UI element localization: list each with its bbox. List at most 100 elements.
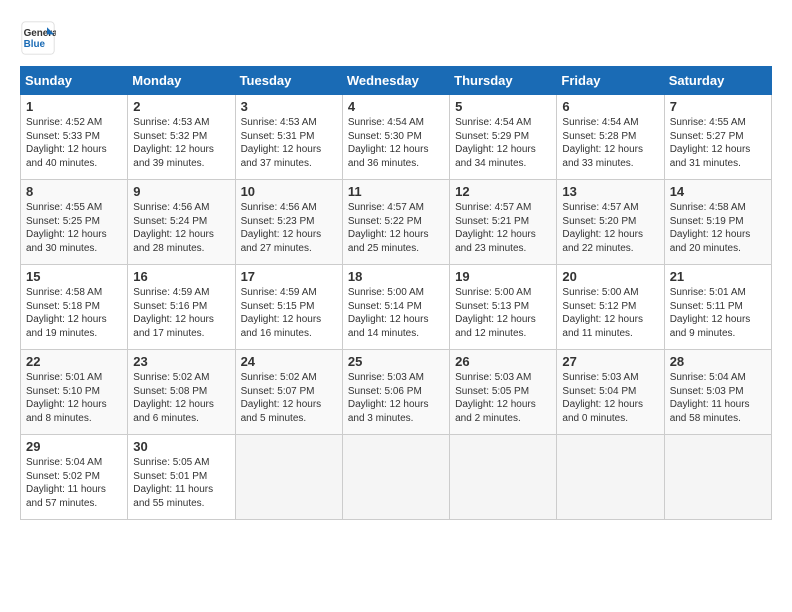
calendar-day-empty xyxy=(557,435,664,520)
day-number: 18 xyxy=(348,269,444,284)
day-number: 4 xyxy=(348,99,444,114)
day-number: 3 xyxy=(241,99,337,114)
day-number: 19 xyxy=(455,269,551,284)
day-number: 22 xyxy=(26,354,122,369)
day-info: Sunrise: 4:55 AM Sunset: 5:25 PM Dayligh… xyxy=(26,201,122,255)
calendar-day-23: 23Sunrise: 5:02 AM Sunset: 5:08 PM Dayli… xyxy=(128,350,235,435)
calendar-day-8: 8 Sunrise: 4:55 AM Sunset: 5:25 PM Daylig… xyxy=(21,180,128,265)
calendar-day-14: 14 Sunrise: 4:58 AM Sunset: 5:19 PM Dayli… xyxy=(664,180,771,265)
day-info: Sunrise: 4:58 AM Sunset: 5:18 PM Dayligh… xyxy=(26,286,122,340)
calendar-day-24: 24 Sunrise: 5:02 AM Sunset: 5:07 PM Dayli… xyxy=(235,350,342,435)
day-number: 7 xyxy=(670,99,766,114)
day-info: Sunrise: 5:01 AM Sunset: 5:10 PM Dayligh… xyxy=(26,371,122,425)
weekday-header-friday: Friday xyxy=(557,67,664,95)
calendar-week-1: 1 Sunrise: 4:52 AM Sunset: 5:33 PM Daylig… xyxy=(21,95,772,180)
calendar-day-3: 3 Sunrise: 4:53 AM Sunset: 5:31 PM Daylig… xyxy=(235,95,342,180)
day-number: 1 xyxy=(26,99,122,114)
day-number: 28 xyxy=(670,354,766,369)
calendar-day-1: 1 Sunrise: 4:52 AM Sunset: 5:33 PM Daylig… xyxy=(21,95,128,180)
weekday-header-thursday: Thursday xyxy=(450,67,557,95)
calendar-day-4: 4 Sunrise: 4:54 AM Sunset: 5:30 PM Daylig… xyxy=(342,95,449,180)
day-number: 10 xyxy=(241,184,337,199)
day-number: 21 xyxy=(670,269,766,284)
day-info: Sunrise: 4:53 AM Sunset: 5:31 PM Dayligh… xyxy=(241,116,337,170)
calendar-day-18: 18 Sunrise: 5:00 AM Sunset: 5:14 PM Dayli… xyxy=(342,265,449,350)
calendar-day-empty xyxy=(450,435,557,520)
calendar-day-17: 17Sunrise: 4:59 AM Sunset: 5:15 PM Dayli… xyxy=(235,265,342,350)
day-info: Sunrise: 5:00 AM Sunset: 5:14 PM Dayligh… xyxy=(348,286,444,340)
calendar-day-16: 16 Sunrise: 4:59 AM Sunset: 5:16 PM Dayli… xyxy=(128,265,235,350)
day-number: 17 xyxy=(241,269,337,284)
day-info: Sunrise: 5:02 AM Sunset: 5:07 PM Dayligh… xyxy=(241,371,337,425)
day-number: 13 xyxy=(562,184,658,199)
day-info: Sunrise: 5:01 AM Sunset: 5:11 PM Dayligh… xyxy=(670,286,766,340)
page-header: General Blue xyxy=(20,20,772,56)
calendar-day-6: 6 Sunrise: 4:54 AM Sunset: 5:28 PM Daylig… xyxy=(557,95,664,180)
calendar-day-21: 21 Sunrise: 5:01 AM Sunset: 5:11 PM Dayli… xyxy=(664,265,771,350)
calendar-day-29: 29Sunrise: 5:04 AM Sunset: 5:02 PM Dayli… xyxy=(21,435,128,520)
day-info: Sunrise: 4:58 AM Sunset: 5:19 PM Dayligh… xyxy=(670,201,766,255)
weekday-header-sunday: Sunday xyxy=(21,67,128,95)
day-info: Sunrise: 4:59 AM Sunset: 5:16 PM Dayligh… xyxy=(133,286,229,340)
day-number: 26 xyxy=(455,354,551,369)
calendar-day-15: 15 Sunrise: 4:58 AM Sunset: 5:18 PM Dayli… xyxy=(21,265,128,350)
day-number: 9 xyxy=(133,184,229,199)
day-number: 11 xyxy=(348,184,444,199)
day-info: Sunrise: 5:03 AM Sunset: 5:06 PM Dayligh… xyxy=(348,371,444,425)
day-number: 8 xyxy=(26,184,122,199)
calendar-day-30: 30 Sunrise: 5:05 AM Sunset: 5:01 PM Dayli… xyxy=(128,435,235,520)
day-number: 5 xyxy=(455,99,551,114)
day-number: 30 xyxy=(133,439,229,454)
day-info: Sunrise: 5:04 AM Sunset: 5:02 PM Dayligh… xyxy=(26,456,122,510)
day-number: 24 xyxy=(241,354,337,369)
logo: General Blue xyxy=(20,20,60,56)
day-number: 12 xyxy=(455,184,551,199)
day-info: Sunrise: 5:05 AM Sunset: 5:01 PM Dayligh… xyxy=(133,456,229,510)
day-info: Sunrise: 4:56 AM Sunset: 5:24 PM Dayligh… xyxy=(133,201,229,255)
day-info: Sunrise: 4:57 AM Sunset: 5:21 PM Dayligh… xyxy=(455,201,551,255)
calendar-day-19: 19 Sunrise: 5:00 AM Sunset: 5:13 PM Dayli… xyxy=(450,265,557,350)
day-info: Sunrise: 4:54 AM Sunset: 5:30 PM Dayligh… xyxy=(348,116,444,170)
calendar-day-13: 13Sunrise: 4:57 AM Sunset: 5:20 PM Dayli… xyxy=(557,180,664,265)
day-info: Sunrise: 5:04 AM Sunset: 5:03 PM Dayligh… xyxy=(670,371,766,425)
day-number: 14 xyxy=(670,184,766,199)
calendar-day-20: 20Sunrise: 5:00 AM Sunset: 5:12 PM Dayli… xyxy=(557,265,664,350)
day-info: Sunrise: 4:55 AM Sunset: 5:27 PM Dayligh… xyxy=(670,116,766,170)
weekday-header-row: SundayMondayTuesdayWednesdayThursdayFrid… xyxy=(21,67,772,95)
day-info: Sunrise: 4:54 AM Sunset: 5:29 PM Dayligh… xyxy=(455,116,551,170)
day-info: Sunrise: 5:03 AM Sunset: 5:04 PM Dayligh… xyxy=(562,371,658,425)
day-info: Sunrise: 5:03 AM Sunset: 5:05 PM Dayligh… xyxy=(455,371,551,425)
calendar-day-empty xyxy=(342,435,449,520)
day-info: Sunrise: 4:53 AM Sunset: 5:32 PM Dayligh… xyxy=(133,116,229,170)
calendar-day-27: 27 Sunrise: 5:03 AM Sunset: 5:04 PM Dayli… xyxy=(557,350,664,435)
day-info: Sunrise: 4:54 AM Sunset: 5:28 PM Dayligh… xyxy=(562,116,658,170)
weekday-header-tuesday: Tuesday xyxy=(235,67,342,95)
calendar-day-11: 11 Sunrise: 4:57 AM Sunset: 5:22 PM Dayli… xyxy=(342,180,449,265)
calendar-day-10: 10 Sunrise: 4:56 AM Sunset: 5:23 PM Dayli… xyxy=(235,180,342,265)
day-number: 15 xyxy=(26,269,122,284)
calendar-week-4: 22 Sunrise: 5:01 AM Sunset: 5:10 PM Dayli… xyxy=(21,350,772,435)
day-number: 27 xyxy=(562,354,658,369)
day-number: 16 xyxy=(133,269,229,284)
weekday-header-monday: Monday xyxy=(128,67,235,95)
calendar-day-7: 7 Sunrise: 4:55 AM Sunset: 5:27 PM Daylig… xyxy=(664,95,771,180)
weekday-header-saturday: Saturday xyxy=(664,67,771,95)
calendar-day-25: 25Sunrise: 5:03 AM Sunset: 5:06 PM Dayli… xyxy=(342,350,449,435)
day-info: Sunrise: 4:57 AM Sunset: 5:22 PM Dayligh… xyxy=(348,201,444,255)
day-info: Sunrise: 4:52 AM Sunset: 5:33 PM Dayligh… xyxy=(26,116,122,170)
calendar-day-2: 2Sunrise: 4:53 AM Sunset: 5:32 PM Daylig… xyxy=(128,95,235,180)
weekday-header-wednesday: Wednesday xyxy=(342,67,449,95)
logo-icon: General Blue xyxy=(20,20,56,56)
calendar-week-5: 29Sunrise: 5:04 AM Sunset: 5:02 PM Dayli… xyxy=(21,435,772,520)
day-info: Sunrise: 5:02 AM Sunset: 5:08 PM Dayligh… xyxy=(133,371,229,425)
calendar-week-3: 15 Sunrise: 4:58 AM Sunset: 5:18 PM Dayli… xyxy=(21,265,772,350)
calendar-table: SundayMondayTuesdayWednesdayThursdayFrid… xyxy=(20,66,772,520)
svg-text:Blue: Blue xyxy=(24,39,46,50)
calendar-day-12: 12 Sunrise: 4:57 AM Sunset: 5:21 PM Dayli… xyxy=(450,180,557,265)
calendar-day-empty xyxy=(664,435,771,520)
day-info: Sunrise: 5:00 AM Sunset: 5:13 PM Dayligh… xyxy=(455,286,551,340)
day-info: Sunrise: 4:56 AM Sunset: 5:23 PM Dayligh… xyxy=(241,201,337,255)
calendar-day-empty xyxy=(235,435,342,520)
calendar-day-5: 5 Sunrise: 4:54 AM Sunset: 5:29 PM Daylig… xyxy=(450,95,557,180)
day-number: 6 xyxy=(562,99,658,114)
